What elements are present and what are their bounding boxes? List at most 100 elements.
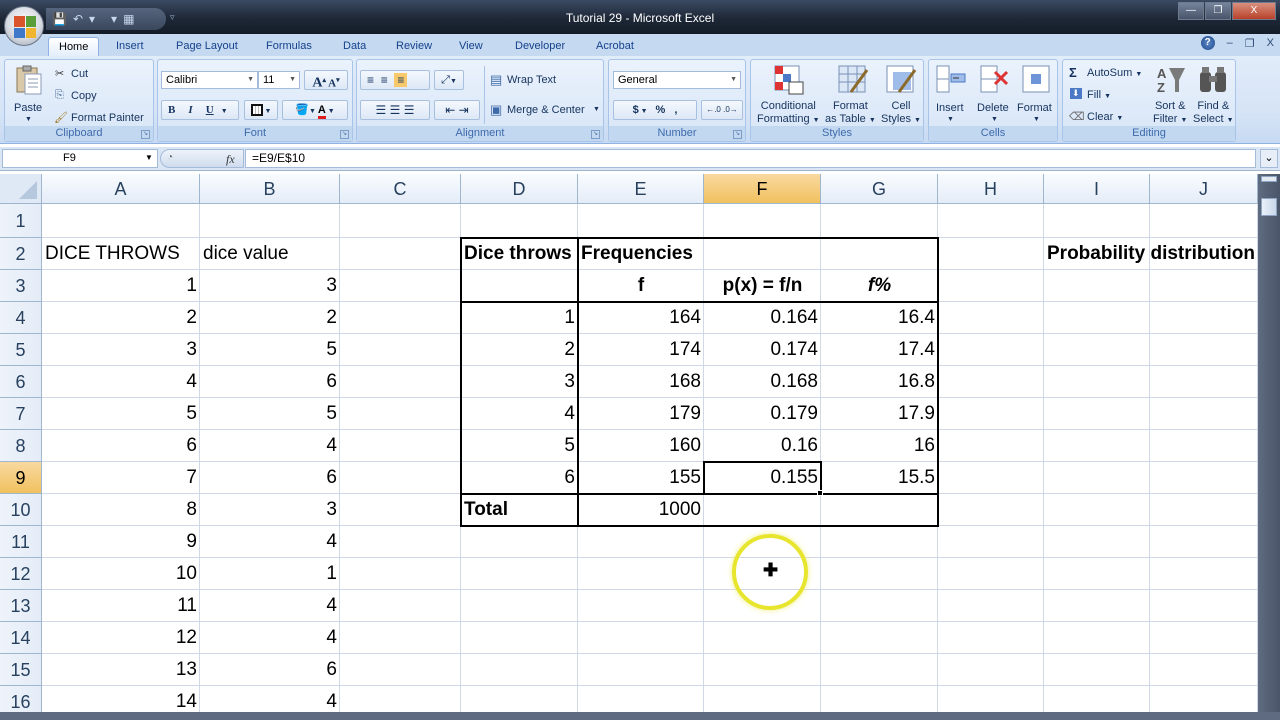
tab-data[interactable]: Data: [333, 37, 376, 56]
fill-color-icon[interactable]: 🪣: [295, 104, 309, 116]
throw-number-cell[interactable]: 14: [42, 686, 200, 712]
tab-formulas[interactable]: Formulas: [256, 37, 322, 56]
underline-dropdown-icon[interactable]: ▼: [221, 108, 228, 115]
percent-cell[interactable]: 16: [821, 430, 938, 462]
grow-font-button[interactable]: A: [312, 76, 322, 91]
dice-value-cell[interactable]: 4: [200, 590, 340, 622]
header-px[interactable]: p(x) = f/n: [704, 270, 821, 302]
worksheet-grid[interactable]: A B C D E F G H I J 1 2 3 4 5 6 7 8 9 10 11 12 13 14 15 16 DICE TH…: [0, 174, 1258, 712]
close-button[interactable]: X: [1232, 2, 1276, 20]
row-header-8[interactable]: 8: [0, 430, 42, 462]
format-cells-button[interactable]: Format: [1017, 102, 1052, 114]
column-header-e[interactable]: E: [578, 174, 704, 204]
fill-button[interactable]: Fill ▼: [1087, 89, 1111, 101]
throw-number-cell[interactable]: 4: [42, 366, 200, 398]
help-icon[interactable]: ?: [1200, 36, 1215, 50]
align-right-button[interactable]: ☰: [404, 103, 415, 117]
font-launcher-icon[interactable]: ↘: [340, 130, 349, 139]
bottom-align-button[interactable]: ≡: [394, 73, 408, 87]
merge-dropdown-icon[interactable]: ▼: [593, 106, 600, 113]
decrease-indent-button[interactable]: ⇤: [445, 103, 455, 117]
percent-cell[interactable]: 17.9: [821, 398, 938, 430]
align-center-button[interactable]: ☰: [390, 103, 401, 117]
throw-number-cell[interactable]: 1: [42, 270, 200, 302]
dice-value-cell[interactable]: 4: [200, 686, 340, 712]
autosum-button[interactable]: AutoSum ▼: [1087, 67, 1142, 79]
minimize-button[interactable]: —: [1178, 2, 1204, 20]
tab-insert[interactable]: Insert: [106, 37, 154, 56]
throw-number-cell[interactable]: 5: [42, 398, 200, 430]
dice-value-cell[interactable]: 3: [200, 270, 340, 302]
merge-center-button[interactable]: Merge & Center: [507, 104, 585, 116]
increase-decimal-button[interactable]: ←.0: [706, 105, 721, 114]
insert-cells-button[interactable]: Insert: [936, 102, 964, 114]
column-header-a[interactable]: A: [42, 174, 200, 204]
increase-indent-button[interactable]: ⇥: [459, 103, 469, 117]
header-frequencies[interactable]: Frequencies: [578, 238, 978, 270]
frequency-cell[interactable]: 168: [578, 366, 704, 398]
tab-developer[interactable]: Developer: [505, 37, 575, 56]
decrease-decimal-button[interactable]: .0→: [723, 105, 738, 114]
name-box[interactable]: F9: [2, 149, 158, 168]
throw-number-cell[interactable]: 7: [42, 462, 200, 494]
column-header-h[interactable]: H: [938, 174, 1044, 204]
workbook-restore-button[interactable]: ❐: [1245, 37, 1255, 50]
column-header-f[interactable]: F: [704, 174, 821, 204]
underline-button[interactable]: U: [206, 104, 214, 116]
tab-acrobat[interactable]: Acrobat: [586, 37, 644, 56]
column-header-c[interactable]: C: [340, 174, 461, 204]
clear-button[interactable]: Clear ▼: [1087, 111, 1123, 123]
throw-number-cell[interactable]: 9: [42, 526, 200, 558]
row-header-13[interactable]: 13: [0, 590, 42, 622]
clipboard-launcher-icon[interactable]: ↘: [141, 130, 150, 139]
comma-button[interactable]: ,: [674, 104, 677, 116]
column-header-b[interactable]: B: [200, 174, 340, 204]
shrink-font-button[interactable]: A: [328, 78, 336, 90]
probability-cell[interactable]: 0.164: [704, 302, 821, 334]
font-size-select[interactable]: 11 ▼: [258, 71, 300, 89]
dice-face-cell[interactable]: 3: [461, 366, 578, 398]
dice-value-cell[interactable]: 1: [200, 558, 340, 590]
frequency-cell[interactable]: 174: [578, 334, 704, 366]
alignment-launcher-icon[interactable]: ↘: [591, 130, 600, 139]
conditional-formatting-button[interactable]: Conditional Formatting ▼: [757, 100, 820, 127]
wrap-text-button[interactable]: Wrap Text: [507, 74, 556, 86]
total-label[interactable]: Total: [461, 494, 578, 526]
dice-face-cell[interactable]: 1: [461, 302, 578, 334]
throw-number-cell[interactable]: 6: [42, 430, 200, 462]
percent-cell[interactable]: 15.5: [821, 462, 938, 494]
dice-face-cell[interactable]: 4: [461, 398, 578, 430]
probability-cell[interactable]: 0.179: [704, 398, 821, 430]
total-value[interactable]: 1000: [578, 494, 704, 526]
dice-value-cell[interactable]: 4: [200, 622, 340, 654]
probability-cell[interactable]: 0.155: [704, 462, 821, 494]
format-painter-button[interactable]: Format Painter: [71, 112, 144, 124]
throw-number-cell[interactable]: 10: [42, 558, 200, 590]
bold-button[interactable]: B: [168, 104, 175, 116]
throw-number-cell[interactable]: 12: [42, 622, 200, 654]
paste-dropdown-icon[interactable]: ▼: [25, 116, 32, 123]
dice-value-cell[interactable]: 5: [200, 398, 340, 430]
row-header-4[interactable]: 4: [0, 302, 42, 334]
number-format-select[interactable]: General ▼: [613, 71, 741, 89]
row-header-15[interactable]: 15: [0, 654, 42, 686]
throw-number-cell[interactable]: 11: [42, 590, 200, 622]
row-header-6[interactable]: 6: [0, 366, 42, 398]
probability-cell[interactable]: 0.16: [704, 430, 821, 462]
vertical-scrollbar[interactable]: [1258, 174, 1280, 712]
office-button[interactable]: [4, 6, 44, 46]
dice-face-cell[interactable]: 6: [461, 462, 578, 494]
row-header-10[interactable]: 10: [0, 494, 42, 526]
sort-filter-button[interactable]: Sort & Filter ▼: [1153, 100, 1187, 127]
name-box-dropdown-icon[interactable]: ▼: [145, 153, 153, 162]
row-header-1[interactable]: 1: [0, 204, 42, 238]
column-header-i[interactable]: I: [1044, 174, 1150, 204]
percent-button[interactable]: %: [656, 104, 666, 116]
split-box[interactable]: [1261, 176, 1277, 182]
font-color-dropdown-icon[interactable]: ▼: [326, 108, 335, 115]
frequency-cell[interactable]: 160: [578, 430, 704, 462]
row-header-7[interactable]: 7: [0, 398, 42, 430]
header-f[interactable]: f: [578, 270, 704, 302]
restore-button[interactable]: ❐: [1205, 2, 1231, 20]
tab-view[interactable]: View: [449, 37, 493, 56]
